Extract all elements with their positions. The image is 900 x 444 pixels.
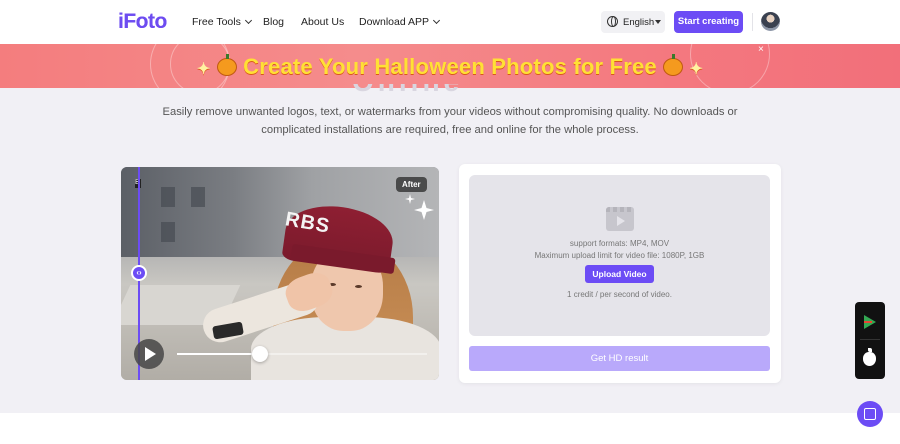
video-file-icon [606, 207, 634, 231]
globe-icon [607, 16, 618, 27]
nav-download-app-label: Download APP [359, 16, 430, 28]
google-play-icon[interactable] [864, 315, 876, 329]
page-title-cut: Online [352, 84, 472, 92]
supported-formats-text: support formats: MP4, MOV [569, 239, 670, 248]
hero-subtitle: Easily remove unwanted logos, text, or w… [150, 103, 750, 139]
logo[interactable]: iFoto [118, 10, 167, 34]
start-creating-button[interactable]: Start creating [674, 11, 743, 33]
close-icon[interactable]: × [758, 44, 764, 55]
sparkle-icon: ✦ [196, 61, 211, 78]
sparkle-icon [405, 194, 434, 220]
video-progress-knob[interactable] [251, 346, 268, 362]
nav-free-tools[interactable]: Free Tools [192, 16, 252, 28]
pumpkin-icon [663, 54, 684, 76]
video-progress-fill [177, 353, 260, 355]
chat-icon[interactable] [857, 401, 883, 427]
background-window [191, 187, 205, 207]
pumpkin-icon [216, 54, 237, 76]
background-window [161, 187, 175, 207]
banner-text: Create Your Halloween Photos for Free [243, 54, 657, 79]
user-avatar[interactable] [761, 12, 780, 31]
banner-headline: ✦ Create Your Halloween Photos for Free … [0, 54, 900, 80]
caret-down-icon [655, 20, 661, 24]
upload-dropzone[interactable]: support formats: MP4, MOV Maximum upload… [469, 175, 770, 336]
language-label: English [623, 17, 655, 28]
play-icon[interactable] [134, 339, 164, 369]
top-navbar: iFoto Free Tools Blog About Us Download … [0, 0, 900, 44]
chevron-down-icon [433, 16, 441, 25]
get-hd-result-button[interactable]: Get HD result [469, 346, 770, 371]
page-title: Online [352, 84, 472, 92]
app-download-widget [855, 302, 885, 379]
comparison-handle[interactable]: ‹› [131, 265, 147, 281]
language-selector[interactable]: English [601, 11, 665, 33]
background-window [161, 222, 175, 242]
chevron-down-icon [244, 16, 252, 25]
eye [355, 285, 362, 288]
apple-icon[interactable] [863, 348, 876, 366]
nav-download-app[interactable]: Download APP [359, 16, 441, 28]
upload-video-button[interactable]: Upload Video [585, 265, 654, 283]
upload-panel: support formats: MP4, MOV Maximum upload… [459, 164, 781, 383]
halloween-promo-banner[interactable]: ✦ Create Your Halloween Photos for Free … [0, 44, 900, 88]
nav-about-us[interactable]: About Us [301, 16, 344, 28]
nav-divider [752, 13, 753, 31]
after-label: After [396, 177, 427, 192]
nav-free-tools-label: Free Tools [192, 16, 241, 28]
upload-limit-text: Maximum upload limit for video file: 108… [534, 251, 705, 260]
subtitle-line: complicated installations are required, … [261, 124, 639, 136]
nav-blog[interactable]: Blog [263, 16, 284, 28]
before-after-preview[interactable]: RBS B After ‹› [121, 167, 439, 380]
credit-note: 1 credit / per second of video. [567, 290, 672, 299]
divider [860, 339, 880, 340]
subtitle-line: Easily remove unwanted logos, text, or w… [162, 106, 738, 118]
footer-strip [0, 413, 900, 444]
sparkle-icon: ✦ [689, 61, 704, 78]
